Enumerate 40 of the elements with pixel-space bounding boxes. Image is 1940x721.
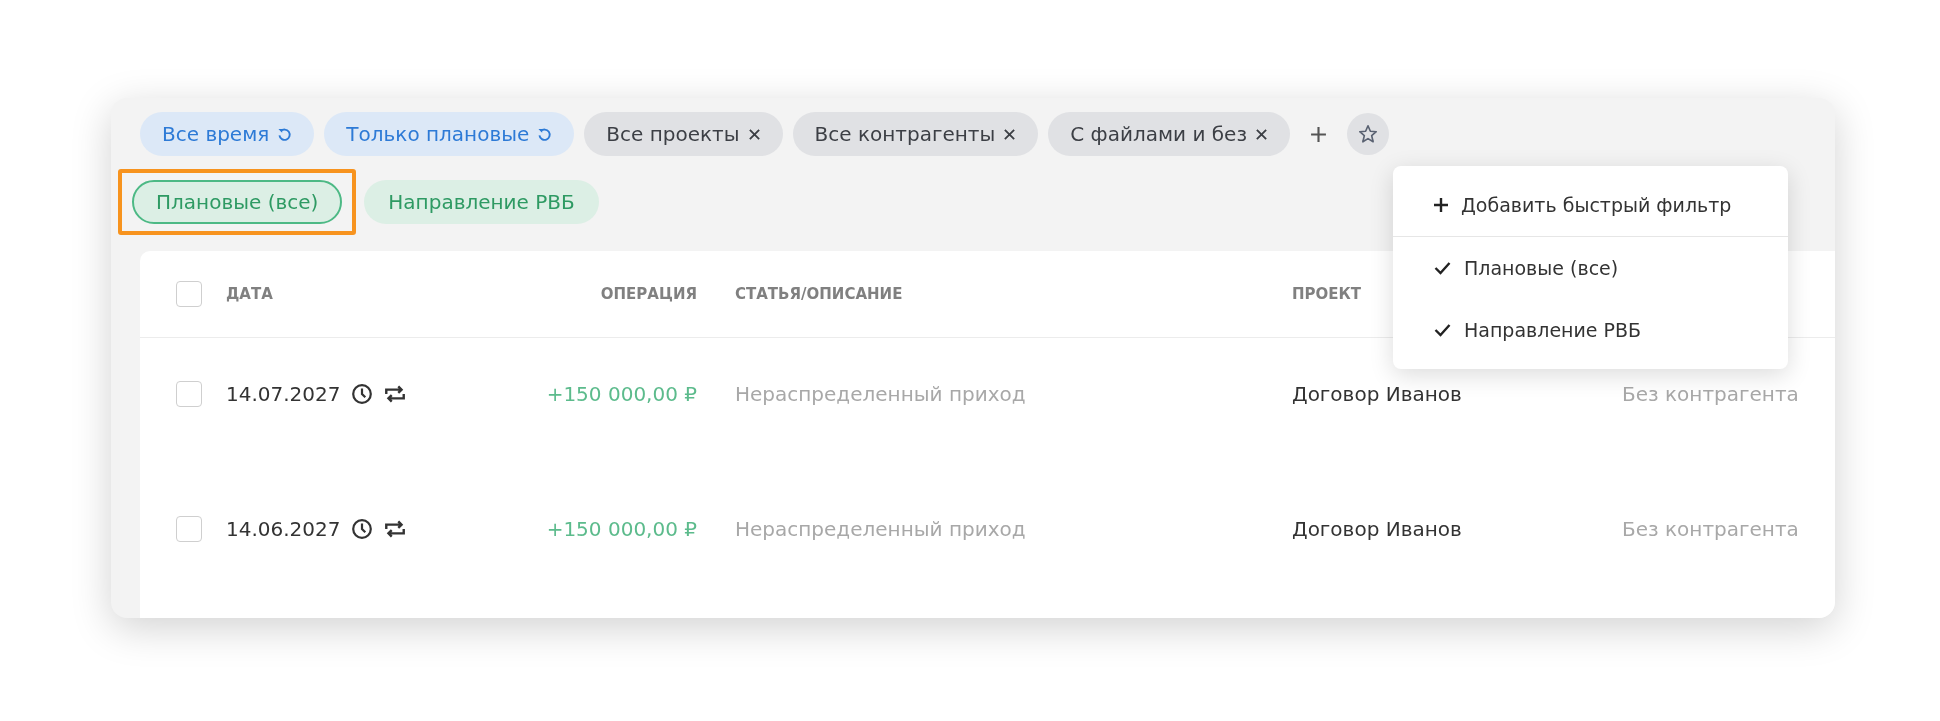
filter-chip[interactable]: Только плановые [324, 112, 575, 156]
filter-chip[interactable]: Все контрагенты [792, 112, 1039, 156]
column-header[interactable]: СТАТЬЯ/ОПИСАНИЕ [735, 285, 903, 303]
plus-icon [1310, 125, 1328, 143]
clock-icon [350, 517, 373, 540]
clock-icon [350, 382, 373, 405]
close-icon [1255, 127, 1269, 141]
check-icon [1433, 260, 1452, 276]
amount-cell: +150 000,00 ₽ [546, 381, 697, 406]
date-cell: 14.06.2027 [226, 516, 341, 541]
filter-chip[interactable]: Все проекты [584, 112, 783, 156]
column-header[interactable]: ОПЕРАЦИЯ [600, 285, 697, 303]
star-icon [1357, 123, 1380, 145]
filter-chip[interactable]: Все время [140, 112, 315, 156]
menu-item[interactable]: Направление РВБ [1393, 299, 1788, 361]
close-icon [747, 127, 761, 141]
close-icon [1003, 127, 1017, 141]
menu-item[interactable]: Добавить быстрый фильтр [1393, 174, 1788, 236]
column-header[interactable]: ПРОЕКТ [1292, 285, 1362, 303]
description-cell: Нераспределенный приход [735, 516, 1026, 541]
checkbox[interactable] [176, 515, 202, 542]
checkbox[interactable] [176, 281, 202, 307]
column-header[interactable]: ДАТА [226, 285, 273, 303]
menu-item[interactable]: Плановые (все) [1393, 237, 1788, 299]
filter-chip[interactable]: С файлами и без [1048, 112, 1291, 156]
description-cell: Нераспределенный приход [735, 381, 1026, 406]
date-cell: 14.07.2027 [226, 381, 341, 406]
project-cell: Договор Иванов [1292, 516, 1462, 541]
plus-icon [1433, 197, 1449, 213]
project-cell: Договор Иванов [1292, 381, 1462, 406]
checkbox[interactable] [176, 380, 202, 407]
favorites-button[interactable] [1347, 113, 1390, 155]
amount-cell: +150 000,00 ₽ [546, 516, 697, 541]
quick-filter-chip[interactable]: Направление РВБ [364, 180, 599, 224]
reset-icon [277, 126, 293, 142]
reset-icon [537, 126, 553, 142]
check-icon [1433, 322, 1452, 338]
counterparty-cell: Без контрагента [1622, 381, 1799, 406]
quick-filter-chip[interactable]: Плановые (все) [132, 180, 343, 224]
counterparty-cell: Без контрагента [1622, 516, 1799, 541]
